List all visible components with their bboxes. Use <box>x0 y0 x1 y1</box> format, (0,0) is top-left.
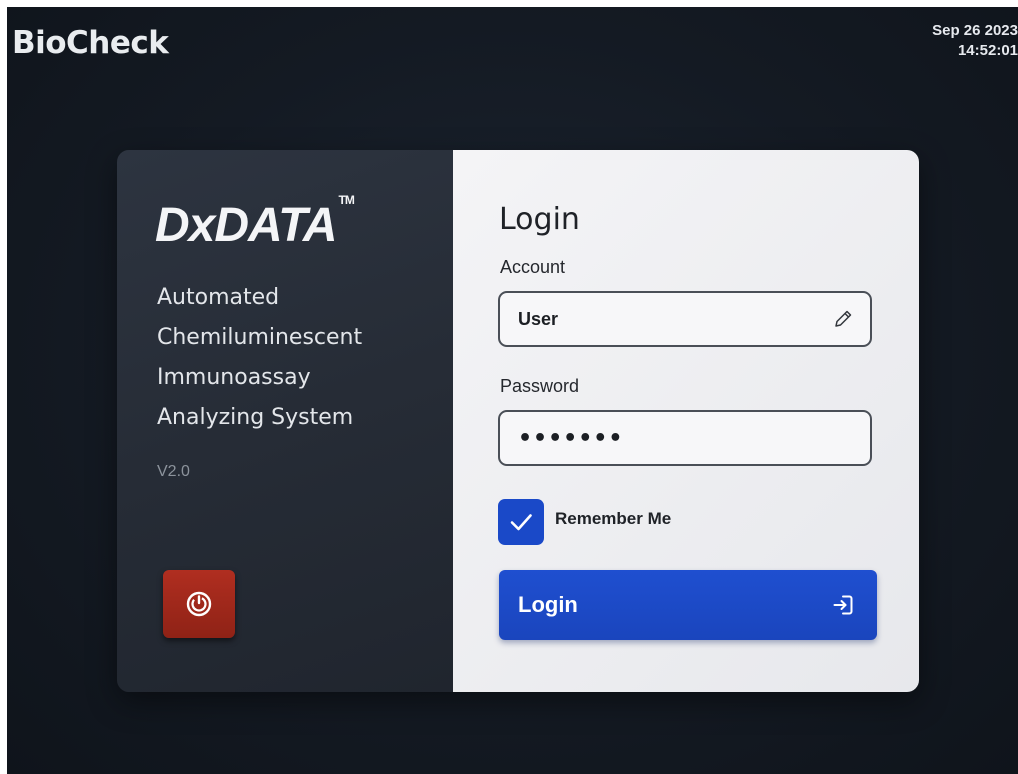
remember-me-label: Remember Me <box>555 509 672 528</box>
power-button[interactable] <box>163 570 235 638</box>
product-info-panel: DxDATA TM Automated Chemiluminescent Immu… <box>117 150 453 692</box>
brand-logo: BioCheck <box>12 25 169 61</box>
product-logo: DxDATA TM <box>155 193 355 253</box>
system-description-line: Immunoassay <box>157 365 311 390</box>
login-button-label: Login <box>518 592 578 617</box>
remember-me-row[interactable]: Remember Me <box>498 499 671 545</box>
power-icon <box>186 591 212 617</box>
login-button[interactable]: Login <box>499 570 877 640</box>
account-field[interactable] <box>498 291 872 347</box>
sign-in-icon <box>833 595 853 615</box>
system-description-line: Analyzing System <box>157 405 354 430</box>
trademark-mark: TM <box>338 193 355 207</box>
remember-me-checkbox[interactable] <box>498 499 544 545</box>
password-input[interactable]: ••••••• <box>518 426 854 451</box>
clock-date: Sep 26 2023 <box>932 22 1018 39</box>
clock-time: 14:52:01 <box>957 42 1018 59</box>
login-form-panel: Login Account Password ••••••• R <box>453 150 919 692</box>
checkmark-icon <box>510 514 532 531</box>
pencil-icon[interactable] <box>832 308 854 330</box>
account-input[interactable] <box>518 308 832 330</box>
login-card: DxDATA TM Automated Chemiluminescent Immu… <box>117 150 919 692</box>
login-title: Login <box>499 202 580 237</box>
version-label: V2.0 <box>157 463 190 480</box>
clock: Sep 26 2023 14:52:01 <box>932 21 1018 61</box>
password-label: Password <box>500 376 580 396</box>
system-description-line: Automated <box>157 285 280 310</box>
account-label: Account <box>500 257 566 277</box>
app-screen: BioCheck Sep 26 2023 14:52:01 DxDATA TM A… <box>7 7 1018 774</box>
system-description: Automated Chemiluminescent Immunoassay A… <box>157 278 427 438</box>
password-field[interactable]: ••••••• <box>498 410 872 466</box>
product-name: DxDATA <box>155 199 338 252</box>
system-description-line: Chemiluminescent <box>157 325 363 350</box>
